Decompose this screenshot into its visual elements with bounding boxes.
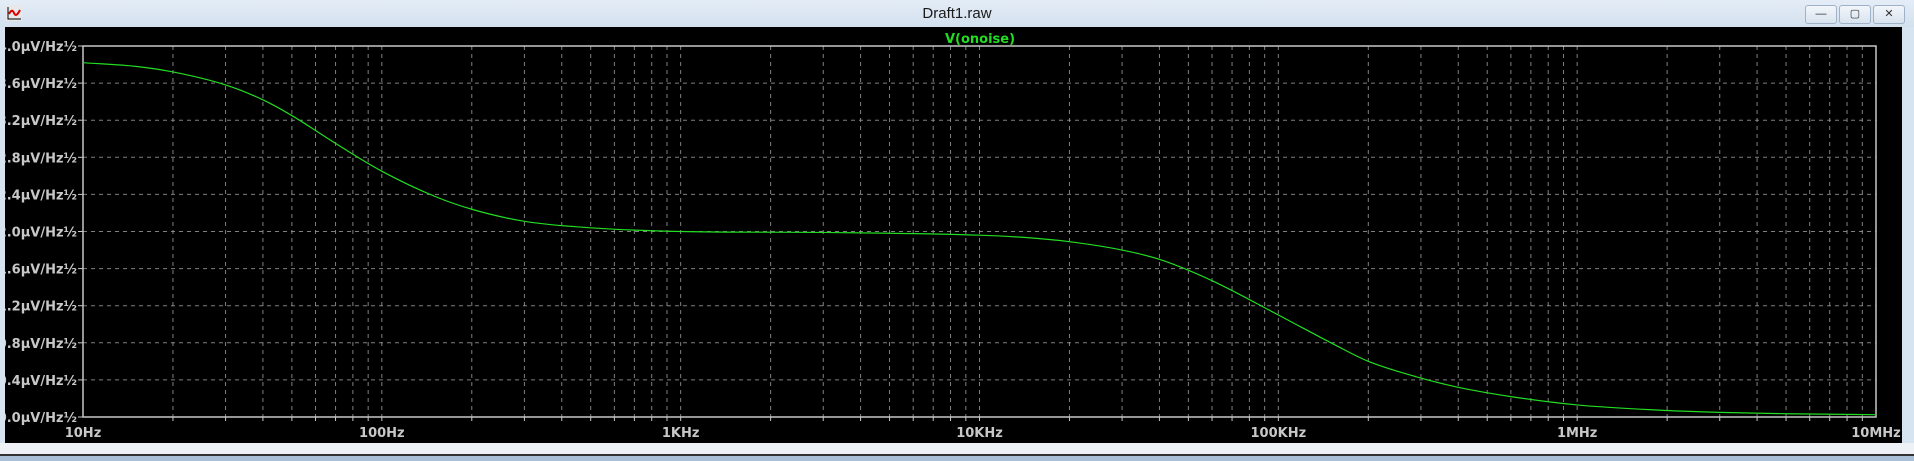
title-bar: Draft1.raw — ▢ ✕ — [0, 0, 1914, 27]
y-tick-label: 3.6µV/Hz½ — [5, 77, 77, 92]
y-tick-label: 2.0µV/Hz½ — [5, 226, 77, 241]
minimize-button[interactable]: — — [1805, 5, 1837, 24]
y-tick-label: 1.6µV/Hz½ — [5, 263, 77, 278]
x-tick-labels: 10Hz 100Hz 1KHz 10KHz 100KHz 1MHz 10MHz — [65, 426, 1901, 441]
taskbar-edge — [0, 456, 1914, 461]
x-tick-label: 10KHz — [956, 426, 1003, 441]
plot-pane[interactable]: 0.0µV/Hz½ 0.4µV/Hz½ 0.8µV/Hz½ 1.2µV/Hz½ 1.6µ… — [0, 27, 1902, 443]
x-tick-label: 100Hz — [359, 426, 405, 441]
y-tick-label: 0.8µV/Hz½ — [5, 337, 77, 352]
y-tick-label: 0.4µV/Hz½ — [5, 374, 77, 389]
maximize-button[interactable]: ▢ — [1839, 5, 1871, 24]
window-title: Draft1.raw — [922, 5, 992, 22]
trace-legend-label[interactable]: V(onoise) — [945, 32, 1015, 47]
axes — [78, 45, 1877, 421]
close-button[interactable]: ✕ — [1873, 5, 1905, 24]
x-tick-label: 1MHz — [1557, 426, 1597, 441]
y-tick-label: 0.0µV/Hz½ — [5, 411, 77, 426]
y-tick-labels: 0.0µV/Hz½ 0.4µV/Hz½ 0.8µV/Hz½ 1.2µV/Hz½ 1.6µ… — [0, 40, 77, 426]
x-tick-label: 100KHz — [1251, 426, 1307, 441]
y-tick-label: 2.4µV/Hz½ — [5, 188, 77, 203]
y-tick-label: 3.2µV/Hz½ — [5, 114, 77, 129]
y-tick-label: 2.8µV/Hz½ — [5, 151, 77, 166]
noise-plot[interactable]: 0.0µV/Hz½ 0.4µV/Hz½ 0.8µV/Hz½ 1.2µV/Hz½ 1.6µ… — [0, 27, 1902, 443]
x-tick-label: 10Hz — [65, 426, 102, 441]
status-strip — [0, 443, 1914, 454]
y-tick-label: 1.2µV/Hz½ — [5, 300, 77, 315]
grid-lines — [83, 46, 1876, 417]
y-tick-label: 4.0µV/Hz½ — [5, 40, 77, 55]
x-tick-label: 10MHz — [1851, 426, 1900, 441]
x-tick-label: 1KHz — [662, 426, 700, 441]
